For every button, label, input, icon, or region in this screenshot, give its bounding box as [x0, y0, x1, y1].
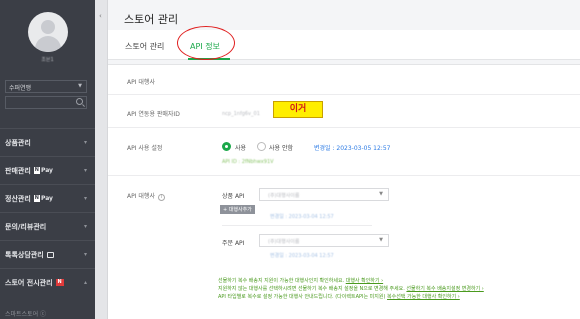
store-name: 조은1 [41, 57, 54, 63]
sidebar-item-products[interactable]: 상품관리 ▾ [0, 128, 95, 156]
menu-search-input[interactable] [5, 96, 87, 109]
sidebar-item-label: 톡톡상담관리 [5, 250, 44, 259]
sidebar-collapse-toggle[interactable]: ‹ [95, 0, 108, 319]
avatar[interactable] [28, 12, 68, 52]
check-multi-agency-link[interactable]: 복수선택 가능한 대행사 확인하기 › [387, 294, 460, 300]
api-id-value: API ID : 2fNbhwx91V [222, 159, 274, 165]
avatar-body [35, 36, 61, 52]
tab-store-management[interactable]: 스토어 관리 [125, 41, 164, 52]
chevron-left-icon: ‹ [99, 12, 102, 20]
info-line-text: API 타입별로 복수로 설정 가능한 대행사 안내드립니다. (다이렉트API… [218, 294, 388, 300]
new-badge: N [55, 279, 64, 286]
row-divider [108, 94, 580, 95]
radio-use-label: 사용 [235, 145, 247, 152]
annotation-note: 이거 [273, 101, 323, 118]
sidebar-item-inquiry-review[interactable]: 문의/리뷰관리 ▾ [0, 212, 95, 240]
sidebar-item-label: 판매관리 [5, 166, 31, 175]
sidebar: 조은1 수퍼연맹 ▼ 상품관리 ▾ 판매관리 N Pay ▾ 정산관리 N Pa… [0, 0, 95, 319]
radio-unused-label: 사용 안함 [269, 145, 293, 152]
chevron-down-icon: ▾ [83, 223, 87, 230]
page-title: 스토어 관리 [124, 13, 179, 26]
api-agency-section-title: API 대행사 [127, 79, 155, 86]
seller-id-value: ncp_1nfg6v_01 [222, 111, 260, 117]
api-agency-label-text: API 대행사 [127, 193, 155, 200]
chevron-down-icon: ▼ [379, 237, 383, 243]
info-line-text: 선물하기 복수 배송지 지원이 가능한 대행사인지 확인하세요. [218, 278, 346, 284]
npay-logo: N [33, 167, 40, 174]
sidebar-item-settlement[interactable]: 정산관리 N Pay ▾ [0, 184, 95, 212]
product-api-changed: 변경일 : 2023-03-04 12:57 [270, 214, 334, 220]
change-gift-setting-link[interactable]: 선물하기 복수 배송지설정 변경하기 › [406, 286, 483, 292]
api-agency-label: API 대행사 i [127, 191, 165, 201]
store-select[interactable]: 수퍼연맹 ▼ [5, 80, 87, 93]
api-info-panel: API 대행사 API 연동용 판매자ID ncp_1nfg6v_01 이거 A… [108, 64, 580, 319]
row-divider [108, 175, 580, 176]
sidebar-item-talktalk[interactable]: 톡톡상담관리 ▾ [0, 240, 95, 268]
sidebar-item-sales[interactable]: 판매관리 N Pay ▾ [0, 156, 95, 184]
order-api-label: 주문 API [222, 240, 245, 247]
info-line-1: 선물하기 복수 배송지 지원이 가능한 대행사인지 확인하세요. 대행사 확인하… [218, 277, 383, 284]
order-api-changed: 변경일 : 2023-03-04 12:57 [270, 253, 334, 259]
chevron-down-icon: ▾ [83, 251, 87, 258]
row-divider [108, 127, 580, 128]
pay-text: Pay [40, 167, 53, 174]
radio-unused[interactable] [257, 142, 266, 151]
chat-icon [46, 251, 54, 258]
info-line-text: 지원하지 않는 대행사를 선택하시려면 선물하기 복수 배송지 설정을 N으로 … [218, 286, 407, 292]
avatar-head [41, 20, 55, 34]
main-content: 스토어 관리 스토어 관리 API 정보 API 대행사 API 연동용 판매자… [108, 0, 580, 319]
sidebar-item-label: 문의/리뷰관리 [5, 222, 47, 231]
sidebar-item-label: 정산관리 [5, 194, 31, 203]
order-api-select[interactable]: (주)대행사이름 ▼ [259, 234, 389, 247]
order-api-value: (주)대행사이름 [268, 239, 300, 245]
chevron-down-icon: ▼ [78, 83, 82, 89]
row-divider [222, 225, 372, 226]
check-agency-link[interactable]: 대행사 확인하기 › [346, 278, 383, 284]
search-icon[interactable] [76, 98, 83, 105]
sidebar-item-label: 스토어 전시관리 [5, 278, 53, 287]
seller-id-label: API 연동용 판매자ID [127, 111, 180, 118]
radio-use[interactable] [222, 142, 231, 151]
pay-text: Pay [40, 195, 53, 202]
annotation-circle [177, 26, 235, 60]
product-api-select[interactable]: (주)대행사이름 ▼ [259, 188, 389, 201]
add-agency-button[interactable]: + 대행사추가 [220, 205, 255, 214]
chevron-up-icon: ▴ [83, 279, 87, 286]
chevron-down-icon: ▾ [83, 167, 87, 174]
chevron-down-icon: ▾ [83, 139, 87, 146]
product-api-label: 상품 API [222, 193, 245, 200]
info-line-2: 지원하지 않는 대행사를 선택하시려면 선물하기 복수 배송지 설정을 N으로 … [218, 285, 484, 292]
sidebar-item-label: 상품관리 [5, 138, 31, 147]
store-select-value: 수퍼연맹 [9, 85, 32, 92]
changed-date: 변경일 : 2023-03-05 12:57 [314, 145, 391, 152]
api-usage-label: API 사용 설정 [127, 145, 163, 152]
chevron-down-icon: ▼ [379, 191, 383, 197]
info-icon[interactable]: i [157, 194, 165, 201]
info-line-3: API 타입별로 복수로 설정 가능한 대행사 안내드립니다. (다이렉트API… [218, 293, 460, 300]
product-api-value: (주)대행사이름 [268, 193, 300, 199]
npay-logo: N [33, 195, 40, 202]
chevron-down-icon: ▾ [83, 195, 87, 202]
sidebar-item-store-display[interactable]: 스토어 전시관리 N ▴ [0, 268, 95, 296]
sidebar-item-smartstore[interactable]: 스마트스토어 ⓒ [5, 309, 46, 318]
